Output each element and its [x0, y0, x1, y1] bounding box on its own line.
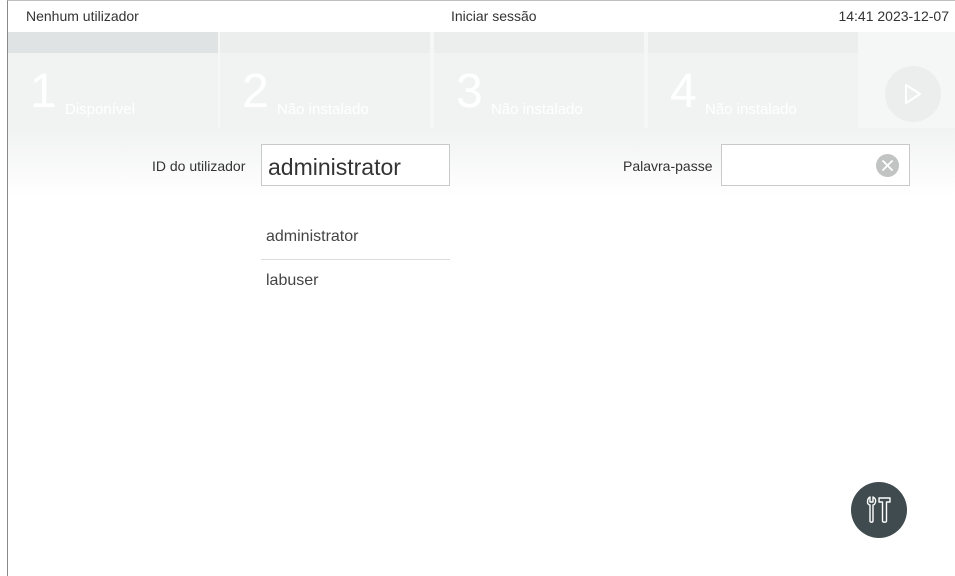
- user-id-input[interactable]: administrator: [261, 144, 450, 186]
- user-list-item[interactable]: administrator: [266, 228, 358, 246]
- module-number: 2: [242, 65, 269, 118]
- close-icon: [882, 160, 893, 171]
- module-2-tab: [220, 32, 430, 53]
- clear-password-button[interactable]: [876, 154, 899, 177]
- module-1-tab: [8, 32, 218, 53]
- module-status: Disponível: [65, 101, 136, 118]
- module-number: 1: [30, 65, 57, 118]
- play-icon: [905, 84, 921, 104]
- tools-button[interactable]: [851, 482, 907, 538]
- status-bar: Nenhum utilizador Iniciar sessão 14:41 2…: [8, 0, 955, 32]
- module-number: 4: [670, 65, 697, 118]
- module-3: 3 Não instalado: [434, 32, 644, 128]
- user-list-item[interactable]: labuser: [266, 272, 318, 290]
- password-label: Palavra-passe: [623, 158, 713, 174]
- list-divider: [261, 259, 450, 260]
- module-status: Não instalado: [277, 101, 369, 118]
- module-number: 3: [456, 65, 483, 118]
- current-user-label: Nenhum utilizador: [26, 8, 139, 24]
- clock: 14:41 2023-12-07: [838, 8, 949, 24]
- module-3-tab: [434, 32, 644, 53]
- module-2: 2 Não instalado: [220, 32, 430, 128]
- run-button[interactable]: [885, 66, 941, 122]
- user-id-label: ID do utilizador: [152, 158, 246, 174]
- screen-title: Iniciar sessão: [451, 8, 537, 24]
- module-4-tab: [648, 32, 858, 53]
- tools-icon: [866, 496, 891, 523]
- module-status: Não instalado: [491, 101, 583, 118]
- module-status: Não instalado: [705, 101, 797, 118]
- module-1: 1 Disponível: [8, 32, 218, 128]
- module-4: 4 Não instalado: [648, 32, 858, 128]
